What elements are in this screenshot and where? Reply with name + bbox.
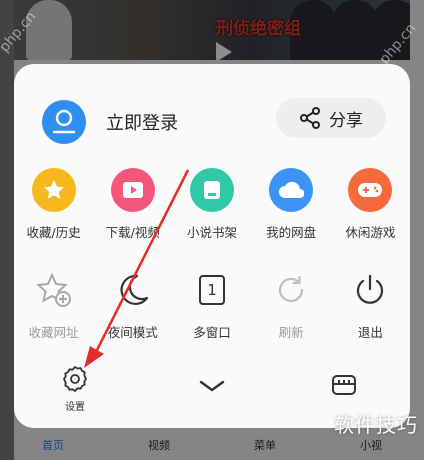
feature-grid-row: 收藏/历史 下载/视频 小说书架 我的网盘 休闲游戏 — [14, 168, 410, 241]
grid-item-label: 刷新 — [278, 325, 304, 340]
grid-item-label: 夜间模式 — [107, 325, 158, 340]
gear-icon — [63, 366, 87, 392]
grid-item-multi-window[interactable]: 1 多窗口 — [172, 268, 251, 341]
grid-item-label: 下载/视频 — [105, 225, 160, 240]
grid-item-cloud-drive[interactable]: 我的网盘 — [252, 168, 331, 241]
collapse-button[interactable] — [199, 378, 225, 397]
bookshelf-icon — [189, 168, 234, 212]
grid-item-bookmark-url[interactable]: 收藏网址 — [14, 268, 93, 341]
download-video-icon — [110, 168, 155, 212]
grid-item-label: 我的网盘 — [266, 225, 317, 240]
grid-item-favorites-history[interactable]: 收藏/历史 — [14, 168, 93, 241]
chevron-down-icon — [199, 380, 225, 392]
grid-item-games[interactable]: 休闲游戏 — [331, 168, 410, 241]
window-count: 1 — [198, 275, 225, 305]
menu-sheet: 立即登录 分享 收藏/历史 下载/视频 小说书架 我的网盘 休闲游戏 收藏网址 … — [14, 64, 410, 428]
toolbox-icon — [332, 375, 356, 395]
grid-item-label: 休闲游戏 — [345, 225, 396, 240]
grid-item-refresh[interactable]: 刷新 — [252, 268, 331, 341]
grid-item-label: 收藏/历史 — [26, 225, 81, 240]
grid-item-label: 多窗口 — [193, 325, 231, 340]
moon-icon — [111, 268, 155, 312]
grid-item-label: 收藏网址 — [28, 325, 79, 340]
grid-item-exit[interactable]: 退出 — [331, 268, 410, 341]
corner-watermark: 软件技巧 — [334, 413, 418, 437]
cloud-icon — [269, 168, 314, 212]
feature-grid-row: 收藏网址 夜间模式 1 多窗口 刷新 退出 — [14, 268, 410, 341]
power-icon — [348, 268, 392, 312]
share-label: 分享 — [329, 110, 363, 131]
person-icon — [42, 100, 86, 144]
gamepad-icon — [348, 168, 393, 212]
refresh-icon — [269, 268, 313, 312]
settings-button[interactable]: 设置 — [60, 364, 90, 413]
share-button[interactable]: 分享 — [276, 98, 386, 138]
login-button[interactable]: 立即登录 — [42, 100, 178, 144]
grid-item-bookshelf[interactable]: 小说书架 — [172, 168, 251, 241]
window-count-icon: 1 — [190, 268, 234, 312]
grid-item-label: 小说书架 — [186, 225, 237, 240]
star-icon — [31, 168, 76, 212]
star-add-icon — [32, 268, 76, 312]
toolbox-button[interactable] — [330, 370, 358, 402]
grid-item-night-mode[interactable]: 夜间模式 — [93, 268, 172, 341]
share-icon — [300, 107, 320, 129]
settings-label: 设置 — [65, 402, 85, 413]
grid-item-downloads[interactable]: 下载/视频 — [93, 168, 172, 241]
grid-item-label: 退出 — [357, 325, 383, 340]
login-label: 立即登录 — [106, 113, 178, 134]
